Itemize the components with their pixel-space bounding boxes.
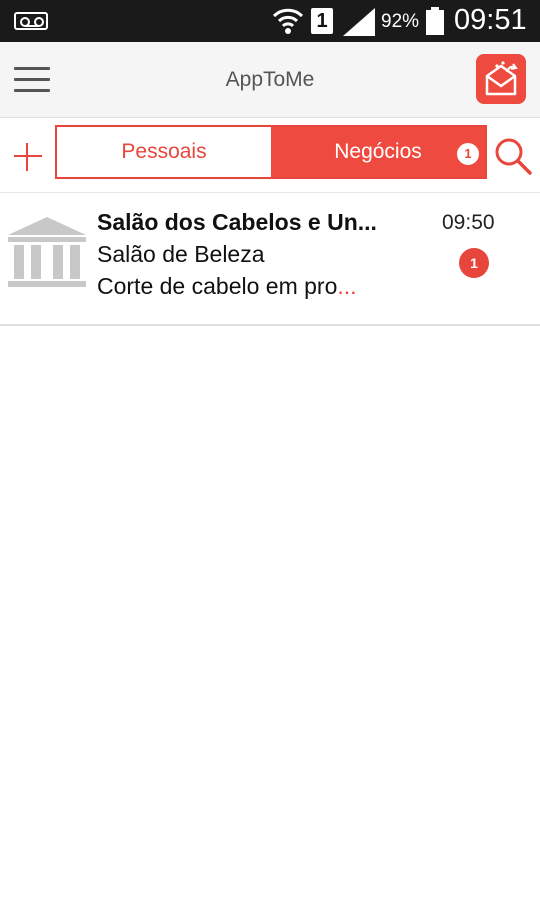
inbox-button[interactable]: [476, 54, 526, 104]
preview-text: Corte de cabelo em pro: [97, 273, 338, 299]
conversation-subtitle: Salão de Beleza: [97, 241, 265, 267]
unread-badge: 1: [459, 248, 489, 278]
battery-icon: [426, 7, 444, 35]
inbox-icon: [485, 61, 518, 96]
tab-pessoais[interactable]: Pessoais: [57, 127, 271, 177]
conversation-preview: Corte de cabelo em pro...: [97, 273, 357, 300]
app-title: AppToMe: [225, 68, 315, 91]
wifi-icon: [272, 8, 304, 34]
tab-negocios[interactable]: Negócios 1: [271, 127, 485, 177]
tabs-bar: Pessoais Negócios 1: [0, 118, 540, 192]
voicemail-icon: [14, 12, 48, 30]
conversation-list: Salão dos Cabelos e Un... Salão de Belez…: [0, 192, 540, 326]
conversation-time: 09:50: [442, 211, 495, 234]
battery-percent: 92%: [381, 11, 420, 32]
add-icon[interactable]: [13, 142, 43, 172]
status-bar: 1 92% 09:51: [0, 0, 540, 42]
list-item[interactable]: Salão dos Cabelos e Un... Salão de Belez…: [0, 192, 540, 326]
tab-negocios-badge: 1: [457, 143, 479, 165]
signal-icon: [343, 8, 375, 36]
status-time: 09:51: [454, 4, 527, 36]
bank-icon: [8, 217, 86, 287]
segmented-tabs: Pessoais Negócios 1: [55, 125, 487, 179]
sim-icon: 1: [311, 8, 333, 34]
app-bar: AppToMe: [0, 42, 540, 118]
tab-negocios-label: Negócios: [334, 140, 422, 163]
tab-pessoais-label: Pessoais: [121, 140, 207, 163]
conversation-title: Salão dos Cabelos e Un...: [97, 209, 377, 235]
preview-ellipsis: ...: [337, 273, 357, 299]
search-icon[interactable]: [493, 136, 533, 176]
